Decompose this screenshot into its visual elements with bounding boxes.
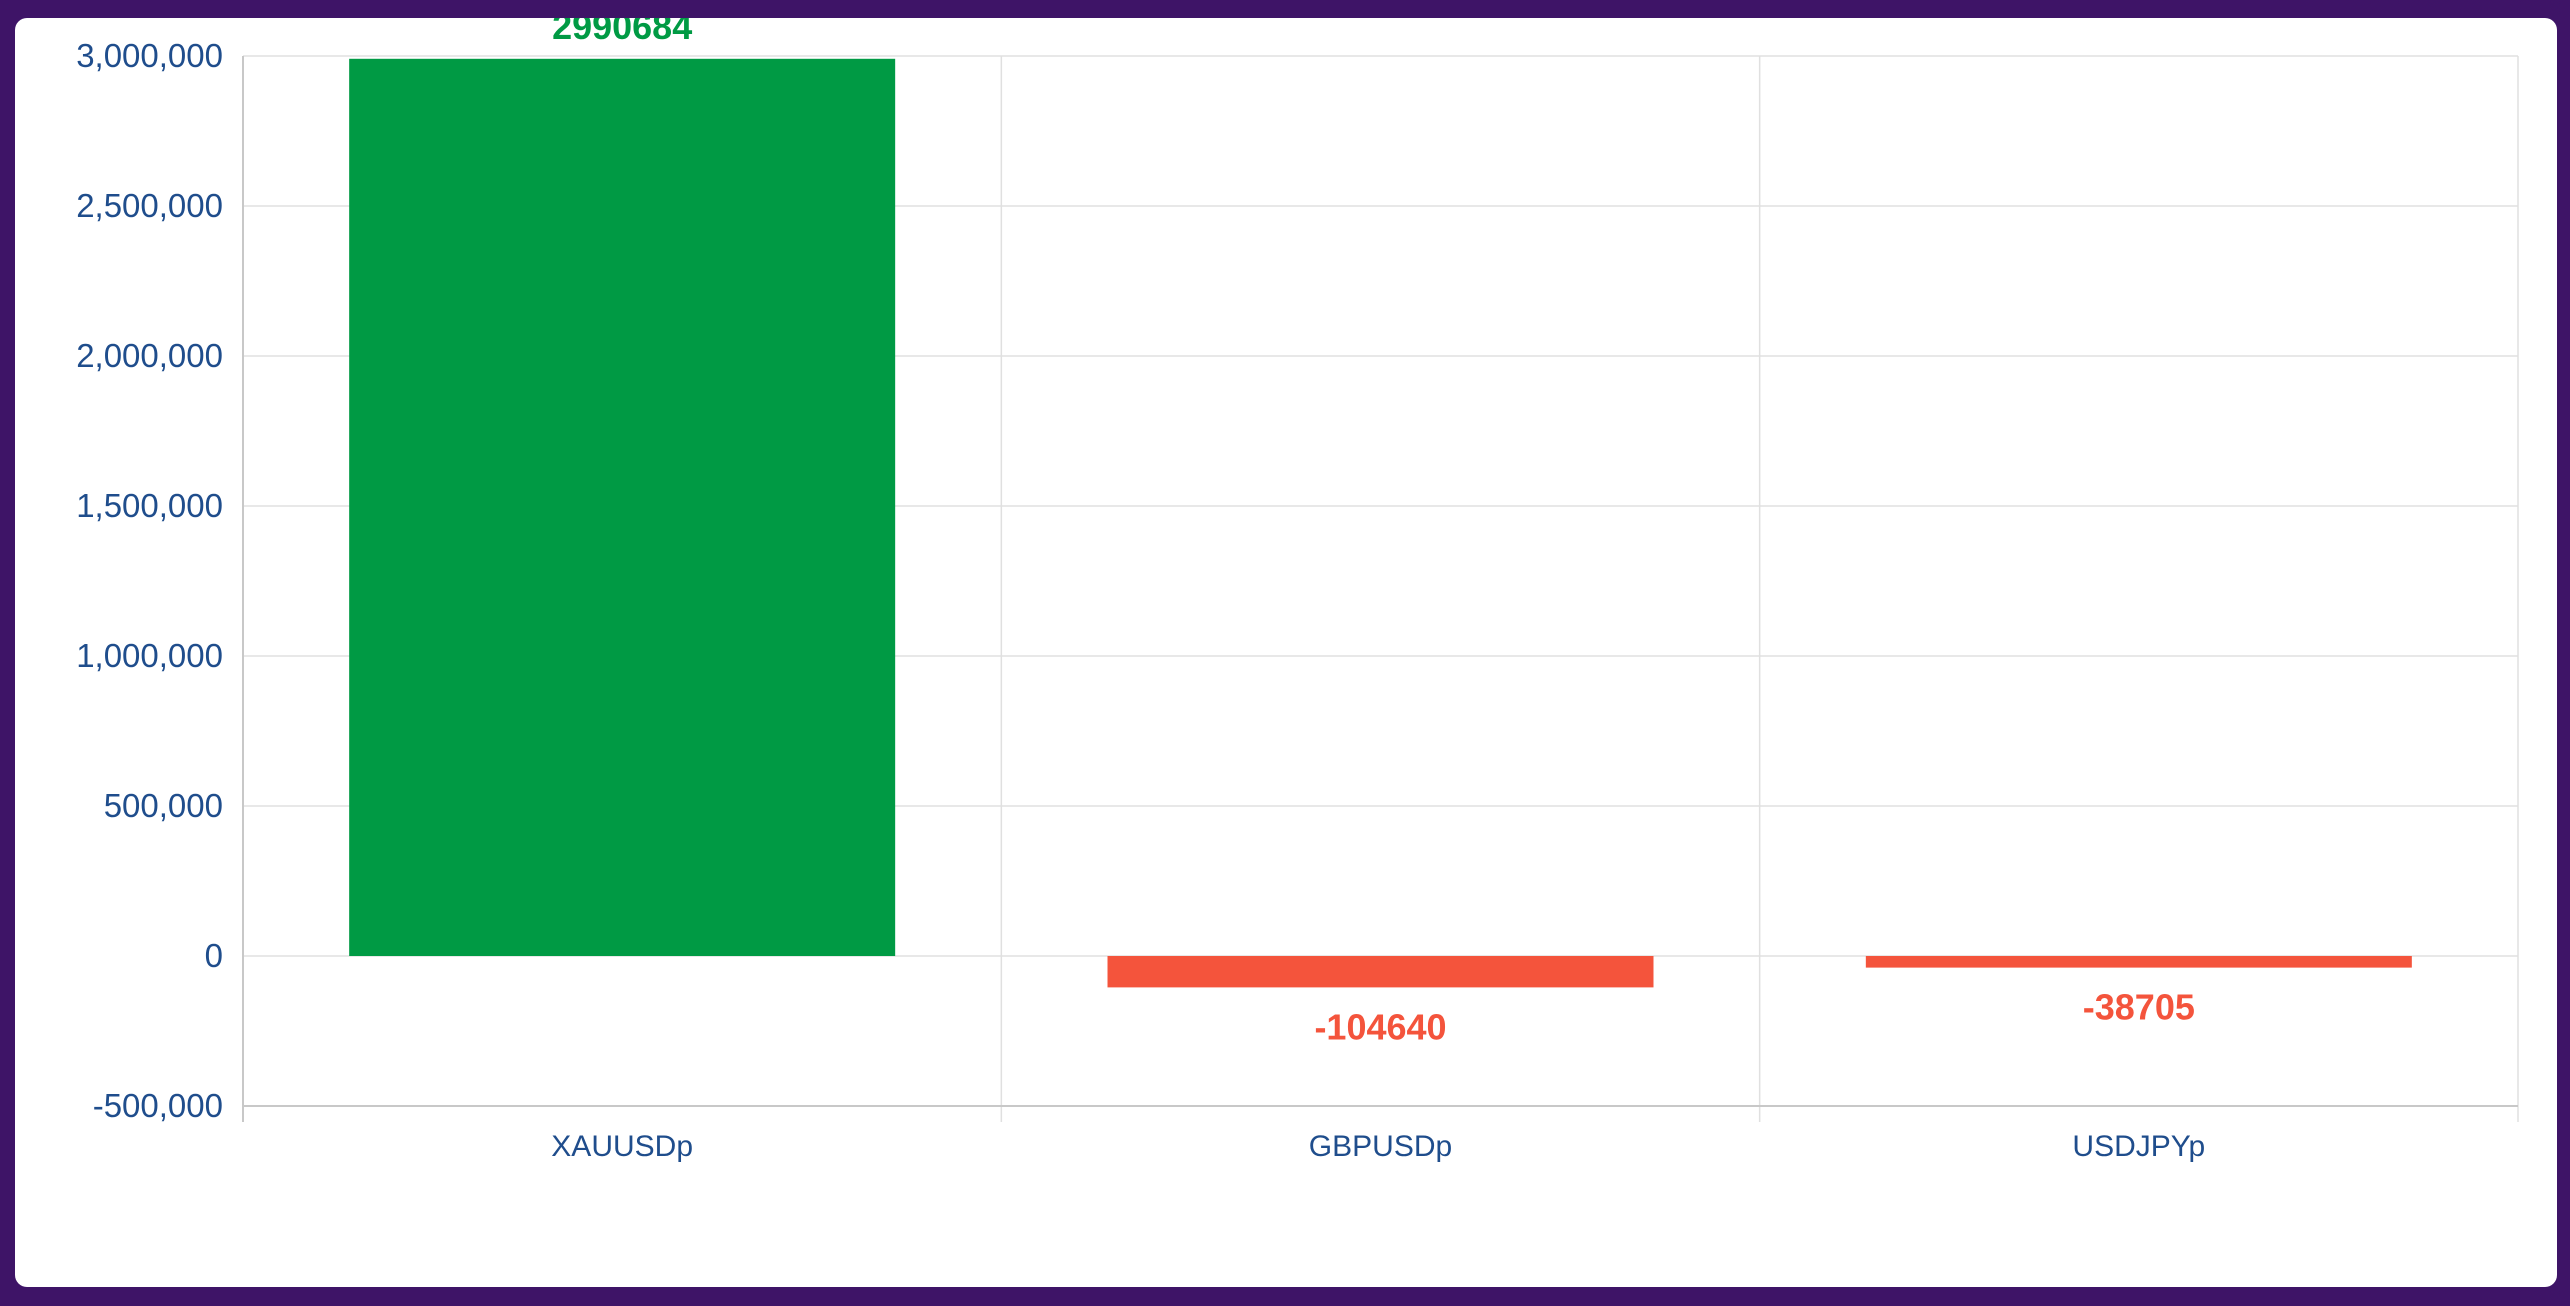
bar-xauusdp [349,58,896,956]
y-tick-label: -500,000 [93,1087,223,1124]
bar-chart: 2990684 -104640 -38705 3,000,000 2,500,000 2… [76,18,2519,1163]
y-tick-label: 3,000,000 [76,37,223,74]
data-label: 2990684 [552,18,692,47]
y-tick-label: 2,500,000 [76,187,223,224]
bar-usdjpyp [1865,956,2412,968]
data-label: -38705 [2083,987,2195,1028]
y-tick-label: 1,500,000 [76,487,223,524]
bar-gbpusdp [1107,956,1654,988]
data-label: -104640 [1314,1006,1446,1047]
y-tick-label: 500,000 [104,787,223,824]
chart-panel: 2990684 -104640 -38705 3,000,000 2,500,000 2… [15,18,2557,1287]
x-tick-label: XAUUSDp [551,1130,693,1163]
bar-layer [349,58,2412,988]
y-tick-label: 1,000,000 [76,637,223,674]
y-tick-label: 0 [205,937,223,974]
x-tick-label: GBPUSDp [1309,1130,1452,1163]
x-tick-label: USDJPYp [2072,1130,2205,1163]
y-tick-label: 2,000,000 [76,337,223,374]
